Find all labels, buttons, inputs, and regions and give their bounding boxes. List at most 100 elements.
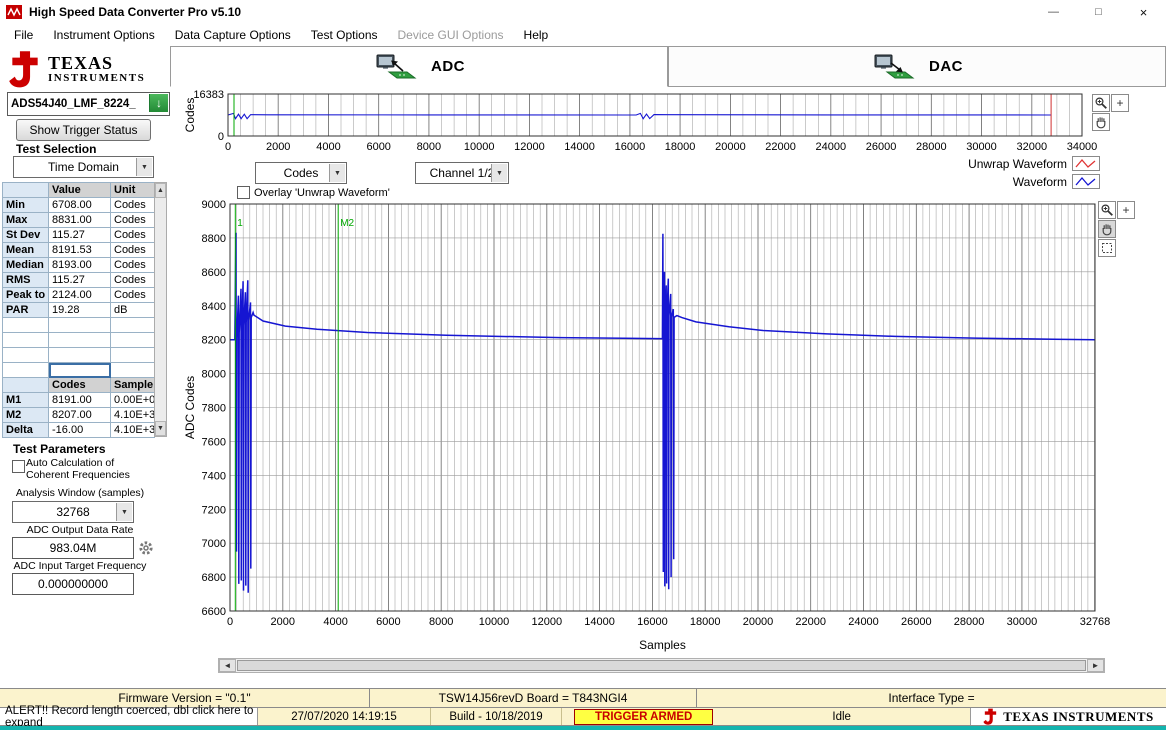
stats-row: Median 8193.00 Codes (2, 257, 155, 273)
svg-text:24000: 24000 (848, 616, 879, 628)
svg-text:26000: 26000 (866, 141, 897, 153)
analysis-window-dropdown[interactable]: 32768 ▼ (12, 501, 134, 523)
unit-header: Unit (110, 182, 155, 198)
idle-status: Idle (832, 710, 851, 723)
svg-text:0: 0 (227, 616, 233, 628)
zoom-plus-icon[interactable]: + (1111, 94, 1129, 112)
pan-hand-icon[interactable] (1092, 113, 1110, 131)
scrollbar-thumb[interactable] (237, 660, 1086, 671)
unwrap-waveform-swatch-icon (1072, 156, 1100, 171)
menu-item-help[interactable]: Help (514, 25, 559, 45)
dac-tab-icon (874, 54, 915, 78)
brand-line2: INSTRUMENTS (48, 71, 146, 84)
minimize-icon[interactable]: — (1031, 0, 1076, 24)
show-trigger-status-button[interactable]: Show Trigger Status (16, 119, 151, 141)
legend-waveform[interactable]: Waveform (1013, 174, 1100, 189)
overview-chart[interactable]: 0 2000 4000 6000 8000 10000 12000 14000 16000 180… (183, 89, 1097, 160)
window-title: High Speed Data Converter Pro v5.10 (29, 5, 242, 19)
chevron-down-icon[interactable]: ▼ (329, 164, 345, 182)
zoom-in-icon[interactable] (1098, 201, 1116, 219)
zoom-plus-icon[interactable]: + (1117, 201, 1135, 219)
zoom-in-icon[interactable] (1092, 94, 1110, 112)
chevron-down-icon[interactable]: ▼ (491, 164, 507, 182)
svg-text:8200: 8200 (202, 335, 226, 347)
titlebar: High Speed Data Converter Pro v5.10 — □ … (0, 0, 1166, 24)
tab-adc[interactable]: ADC (170, 46, 668, 87)
sample-header: Sample (110, 377, 155, 393)
test-selection-dropdown[interactable]: Time Domain ▼ (13, 156, 154, 178)
test-selection-label: Test Selection (16, 142, 97, 156)
svg-text:7400: 7400 (202, 470, 226, 482)
scroll-down-icon[interactable]: ▼ (155, 421, 166, 436)
menu-item-instrument-options[interactable]: Instrument Options (43, 25, 164, 45)
svg-text:0: 0 (218, 131, 224, 143)
svg-text:14000: 14000 (584, 616, 615, 628)
main-zoom-panel: + (1098, 201, 1135, 257)
auto-calc-checkbox[interactable] (12, 460, 25, 473)
svg-text:18000: 18000 (665, 141, 696, 153)
stats-row: RMS 115.27 Codes (2, 272, 155, 288)
stats-row: St Dev 115.27 Codes (2, 227, 155, 243)
chart-horizontal-scrollbar[interactable]: ◄ ► (218, 658, 1105, 673)
svg-text:9000: 9000 (202, 199, 226, 211)
svg-text:Samples: Samples (639, 638, 686, 652)
svg-text:30000: 30000 (966, 141, 997, 153)
close-icon[interactable]: × (1121, 0, 1166, 24)
svg-text:7200: 7200 (202, 504, 226, 516)
adc-output-rate-input[interactable]: 983.04M (12, 537, 134, 559)
svg-text:26000: 26000 (901, 616, 932, 628)
adc-output-rate-label: ADC Output Data Rate (26, 524, 134, 536)
tab-dac[interactable]: DAC (668, 46, 1166, 87)
stats-blank-row (2, 347, 155, 363)
scroll-right-icon[interactable]: ► (1087, 659, 1104, 672)
codes-dropdown[interactable]: Codes ▼ (255, 162, 347, 184)
main-waveform-chart[interactable]: 0 2000 4000 6000 8000 10000 12000 14000 16000 180… (183, 195, 1111, 655)
svg-text:30000: 30000 (1007, 616, 1038, 628)
svg-text:4000: 4000 (323, 616, 347, 628)
stats-row: Peak to P2124.00Codes (2, 287, 155, 303)
svg-text:22000: 22000 (765, 141, 796, 153)
legend-unwrap-waveform[interactable]: Unwrap Waveform (968, 156, 1100, 171)
maximize-icon[interactable]: □ (1076, 0, 1121, 24)
app-window: High Speed Data Converter Pro v5.10 — □ … (0, 0, 1166, 730)
channel-dropdown[interactable]: Channel 1/2 ▼ (415, 162, 509, 184)
analysis-window-label: Analysis Window (samples) (15, 487, 145, 499)
ti-footer-text: TEXAS INSTRUMENTS (1003, 708, 1154, 724)
svg-text:10000: 10000 (479, 616, 510, 628)
scroll-up-icon[interactable]: ▲ (155, 183, 166, 198)
svg-text:Codes: Codes (183, 98, 197, 133)
stats-table-scrollbar[interactable]: ▲ ▼ (154, 182, 167, 437)
pan-hand-icon[interactable] (1098, 220, 1116, 238)
stats-row: PAR 19.28 dB (2, 302, 155, 318)
analysis-window-value: 32768 (56, 505, 90, 519)
alert-message[interactable]: ALERT!! Record length coerced, dbl click… (0, 705, 258, 729)
device-select-value: ADS54J40_LMF_8224_ (11, 98, 136, 110)
svg-text:32768: 32768 (1080, 616, 1111, 628)
menu-item-device-gui-options: Device GUI Options (397, 28, 504, 42)
chevron-down-icon[interactable]: ▼ (116, 503, 132, 521)
menu-item-file[interactable]: File (4, 25, 43, 45)
svg-text:7600: 7600 (202, 436, 226, 448)
menu-item-data-capture-options[interactable]: Data Capture Options (165, 25, 301, 45)
scroll-left-icon[interactable]: ◄ (219, 659, 236, 672)
app-icon (6, 5, 22, 19)
stats-row: Max 8831.00 Codes (2, 212, 155, 228)
menu-item-test-options[interactable]: Test Options (301, 25, 388, 45)
chevron-down-icon[interactable]: ▼ (136, 158, 152, 176)
device-load-button[interactable]: ↓ (149, 94, 168, 112)
gear-icon[interactable] (137, 539, 155, 557)
adc-input-frequency-label: ADC Input Target Frequency (13, 560, 147, 572)
overview-zoom-panel: + (1092, 94, 1129, 131)
bottom-accent-bar (0, 726, 1166, 730)
svg-text:10000: 10000 (464, 141, 495, 153)
value-header: Value (48, 182, 111, 198)
adc-input-frequency-input[interactable]: 0.000000000 (12, 573, 134, 595)
device-select[interactable]: ADS54J40_LMF_8224_ ↓ (7, 92, 170, 116)
svg-text:8400: 8400 (202, 301, 226, 313)
zoom-rect-icon[interactable] (1098, 239, 1116, 257)
svg-text:6800: 6800 (202, 572, 226, 584)
board-status: TSW14J56revD Board = T843NGI4 (370, 689, 697, 707)
svg-text:28000: 28000 (954, 616, 985, 628)
svg-text:1: 1 (237, 218, 243, 229)
svg-text:20000: 20000 (715, 141, 746, 153)
